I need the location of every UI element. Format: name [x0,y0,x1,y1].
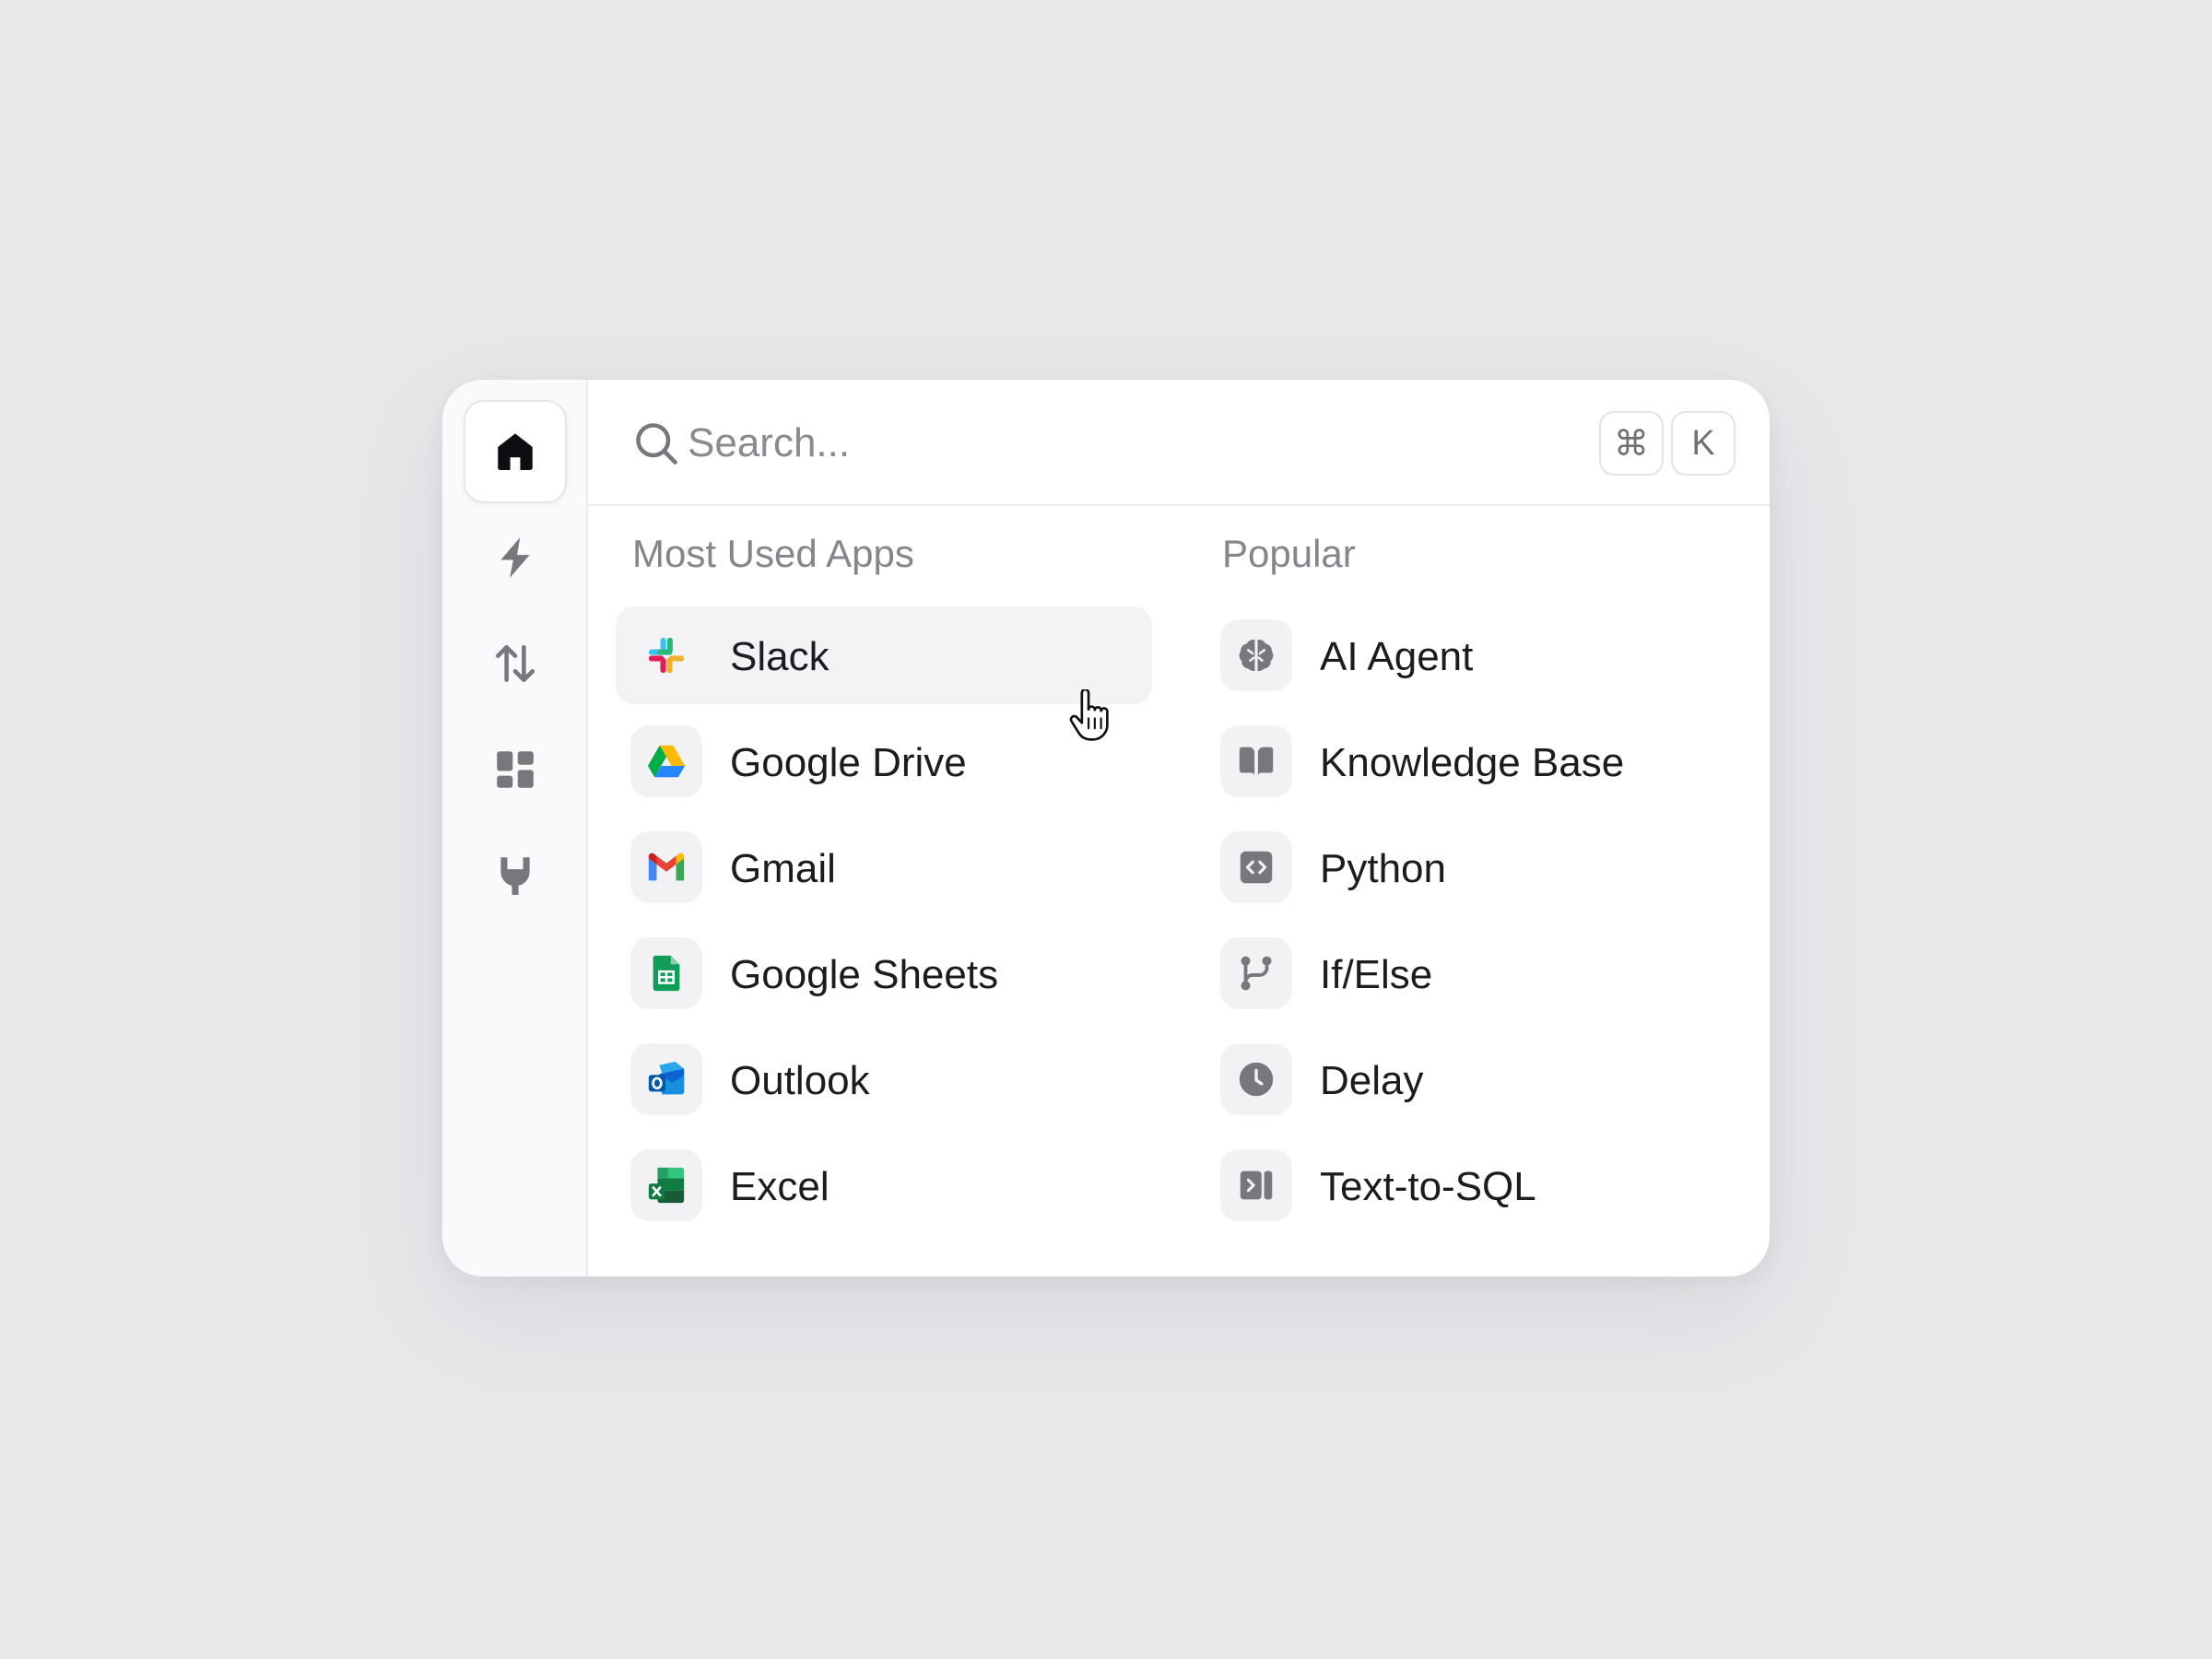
list-item-label: Outlook [730,1058,870,1103]
book-icon [1239,747,1274,776]
outlook-icon [648,1061,685,1095]
search-icon [636,423,677,465]
arrows-up-down-icon [495,645,535,682]
branch-icon [1241,956,1272,991]
sidebar-item-triggers[interactable] [464,506,567,609]
text-to-sql-icon [1240,1171,1273,1200]
list-item-google-sheets[interactable]: Google Sheets [616,924,1152,1022]
list-item-ai-agent[interactable]: AI Agent [1206,606,1742,704]
list-item-text-to-sql[interactable]: Text-to-SQL [1206,1136,1742,1234]
list-item-gmail[interactable]: Gmail [616,818,1152,916]
sidebar-rail [442,380,588,1277]
list-item-knowledge-base[interactable]: Knowledge Base [1206,712,1742,810]
list-item-if-else[interactable]: If/Else [1206,924,1742,1022]
command-palette: ⌘ K Most Used Apps Slack [442,380,1770,1277]
list-item-python[interactable]: Python [1206,818,1742,916]
home-icon [498,433,533,470]
list-item-outlook[interactable]: Outlook [616,1030,1152,1128]
list-item-label: Text-to-SQL [1320,1164,1536,1209]
list-item-label: Excel [730,1164,830,1209]
plug-icon [500,857,530,895]
list-item-label: Slack [730,634,830,679]
hand-pointer-cursor-icon [1069,689,1109,741]
excel-icon [648,1167,685,1204]
sidebar-item-home[interactable] [464,400,567,503]
list-item-label: AI Agent [1320,634,1474,679]
list-item-label: If/Else [1320,952,1433,997]
list-item-label: Delay [1320,1058,1424,1103]
clock-icon [1239,1062,1274,1097]
most-used-apps-heading: Most Used Apps [632,532,914,575]
bolt-icon [500,537,530,578]
google-sheets-icon [653,955,680,992]
popular-heading: Popular [1222,532,1356,575]
search-input[interactable] [688,407,1517,479]
sidebar-item-dashboard[interactable] [464,718,567,821]
search-bar: ⌘ K [588,380,1770,506]
code-icon [1240,851,1273,884]
sidebar-item-integrations[interactable] [464,824,567,927]
list-item-delay[interactable]: Delay [1206,1030,1742,1128]
list-item-label: Gmail [730,846,836,891]
shortcut-cmd-key: ⌘ [1599,411,1664,476]
list-item-label: Knowledge Base [1320,740,1625,785]
dashboard-icon [497,751,534,788]
google-drive-icon [647,745,686,778]
list-item-label: Google Drive [730,740,967,785]
gmail-icon [648,853,685,881]
slack-icon [648,637,685,674]
sidebar-item-transfers[interactable] [464,612,567,715]
list-item-label: Google Sheets [730,952,999,997]
shortcut-k-key: K [1671,411,1735,476]
list-item-label: Python [1320,846,1446,891]
brain-icon [1239,639,1274,671]
list-item-excel[interactable]: Excel [616,1136,1152,1234]
